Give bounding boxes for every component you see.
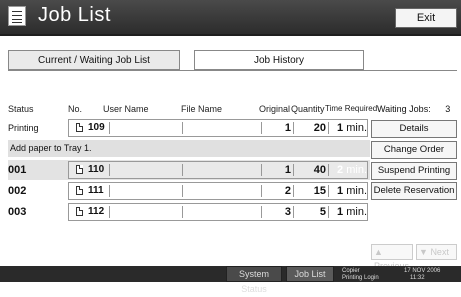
job-status: 001 [8, 164, 27, 176]
col-quantity: Quantity [291, 104, 325, 114]
next-button[interactable]: ▼ Next [416, 244, 457, 260]
col-no: No. [68, 104, 83, 114]
change-order-button[interactable]: Change Order [371, 141, 457, 159]
job-quantity: 20 [313, 122, 326, 134]
document-icon [76, 207, 83, 216]
tab-job-history[interactable]: Job History [194, 50, 364, 70]
separator [328, 185, 329, 197]
document-icon [76, 165, 83, 174]
job-number: 110 [88, 164, 105, 175]
details-button[interactable]: Details [371, 120, 457, 138]
separator [109, 206, 110, 218]
table-row[interactable]: 001 110 1 40 2 min. [8, 160, 370, 180]
next-label: Next [430, 247, 449, 257]
separator [109, 185, 110, 197]
document-icon [76, 123, 83, 132]
col-file-name: File Name [181, 104, 223, 114]
job-list-button[interactable]: Job List [286, 266, 334, 282]
job-number: 112 [88, 206, 105, 217]
tab-current-waiting[interactable]: Current / Waiting Job List [8, 50, 180, 70]
job-originals: 3 [284, 206, 291, 218]
job-time-value: 1 [337, 185, 344, 197]
window-title: Job List [38, 4, 111, 26]
separator [182, 185, 183, 197]
job-time-unit: min. [346, 164, 367, 176]
job-time-value: 1 [337, 122, 344, 134]
waiting-jobs-count: 3 [445, 104, 451, 114]
separator [109, 122, 110, 134]
job-time-value: 2 [337, 164, 344, 176]
job-number: 109 [88, 122, 105, 133]
document-icon [76, 186, 83, 195]
separator [182, 164, 183, 176]
tab-divider [8, 70, 457, 71]
paper-notice: Add paper to Tray 1. [8, 140, 370, 157]
title-bar: Job List Exit [0, 0, 461, 36]
waiting-jobs-label: Waiting Jobs: 3 [377, 104, 450, 114]
job-quantity: 40 [313, 164, 326, 176]
next-arrow-icon: ▼ [419, 247, 428, 257]
separator [109, 164, 110, 176]
job-status: Printing [8, 123, 39, 133]
col-time-required: Time Required [325, 104, 378, 113]
separator [293, 206, 294, 218]
job-quantity: 15 [313, 185, 326, 197]
job-time-unit: min. [346, 122, 367, 134]
col-user-name: User Name [103, 104, 149, 114]
separator [293, 185, 294, 197]
exit-button[interactable]: Exit [395, 8, 457, 28]
job-status: 002 [8, 185, 27, 197]
col-status: Status [8, 104, 34, 114]
status-date: 17 NOV 2006 [404, 268, 441, 274]
job-list-icon [8, 6, 26, 26]
waiting-jobs-text: Waiting Jobs: [377, 104, 431, 114]
separator [293, 164, 294, 176]
job-quantity: 5 [319, 206, 326, 218]
suspend-printing-button[interactable]: Suspend Printing [371, 162, 457, 180]
job-time: 1 min. [332, 181, 367, 201]
separator [182, 122, 183, 134]
separator [293, 122, 294, 134]
job-originals: 2 [284, 185, 291, 197]
job-originals: 1 [284, 122, 291, 134]
delete-reservation-button[interactable]: Delete Reservation [371, 182, 457, 200]
job-originals: 1 [284, 164, 291, 176]
job-status: 003 [8, 206, 27, 218]
job-time: 2 min. [332, 160, 367, 180]
job-time: 1 min. [332, 118, 367, 138]
job-time: 1 min. [332, 202, 367, 222]
status-time: 11:32 [410, 275, 425, 281]
job-time-value: 1 [337, 206, 344, 218]
job-time-unit: min. [346, 185, 367, 197]
separator [328, 206, 329, 218]
table-row[interactable]: 003 112 3 5 1 min. [8, 202, 370, 222]
mode-line-2: Printing Login [342, 275, 379, 281]
job-number: 111 [88, 185, 104, 196]
previous-arrow-icon: ▲ [374, 247, 383, 257]
table-row[interactable]: Printing 109 1 20 1 min. [8, 118, 370, 138]
previous-button[interactable]: ▲ Previous [371, 244, 413, 271]
col-original: Original [259, 104, 291, 114]
separator [182, 206, 183, 218]
separator [328, 164, 329, 176]
separator [328, 122, 329, 134]
mode-line-1: Copier [342, 268, 360, 274]
table-row[interactable]: 002 111 2 15 1 min. [8, 181, 370, 201]
job-time-unit: min. [346, 206, 367, 218]
system-status-button[interactable]: System Status [226, 266, 282, 294]
